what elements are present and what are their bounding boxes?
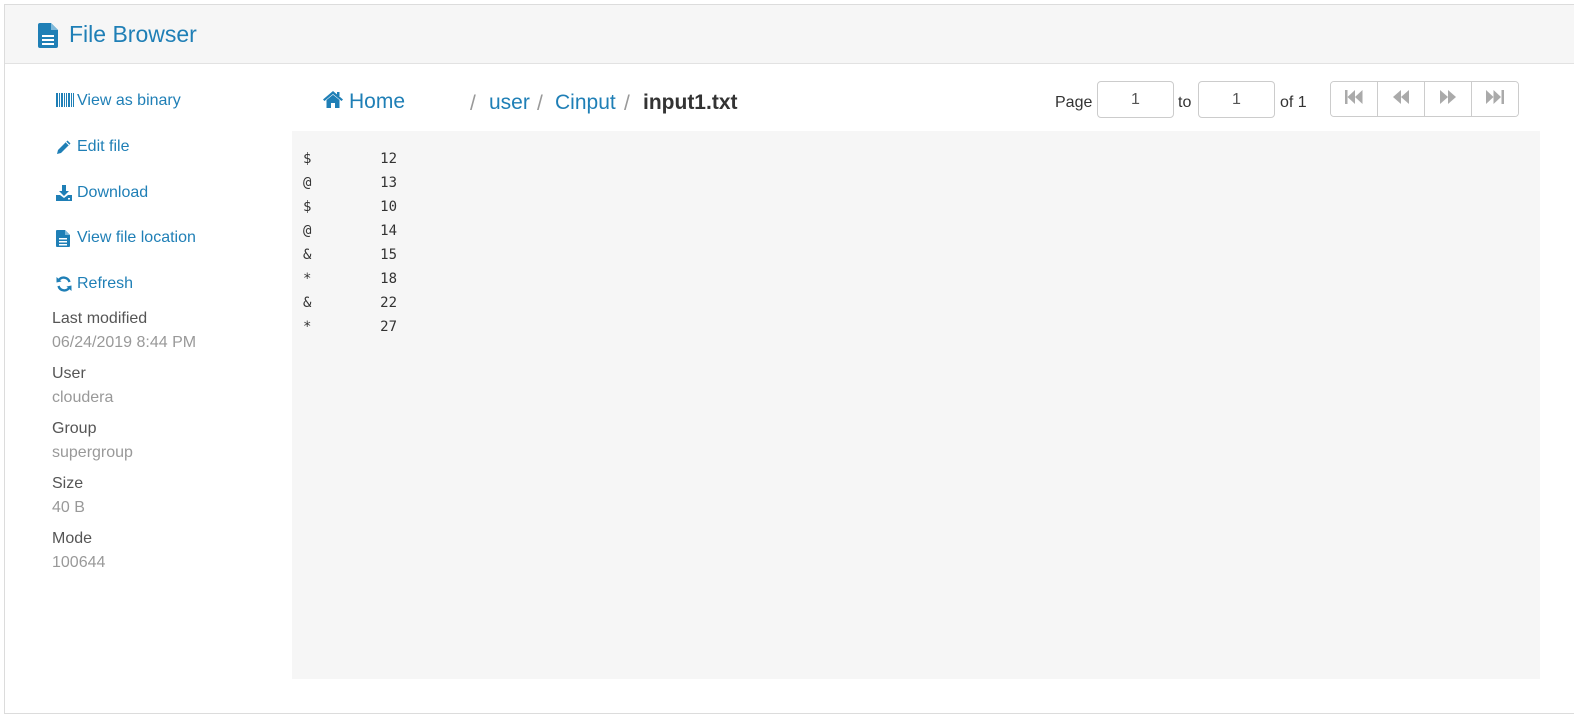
user-value: cloudera — [52, 389, 114, 406]
view-as-binary-label: View as binary — [77, 92, 181, 109]
file-line-symbol: $ — [303, 199, 312, 215]
previous-page-icon — [1393, 89, 1409, 109]
file-browser-window: File Browser View as binary Edit file Do… — [4, 4, 1574, 714]
last-page-icon — [1486, 89, 1504, 109]
last-page-button[interactable] — [1472, 82, 1518, 116]
breadcrumb-separator: / — [470, 92, 476, 115]
breadcrumb-current-file: input1.txt — [643, 91, 738, 114]
file-line: $12 — [303, 147, 397, 171]
file-text-icon — [56, 230, 74, 247]
download-link[interactable]: Download — [56, 181, 148, 205]
file-line-symbol: * — [303, 271, 312, 287]
pencil-icon — [56, 139, 74, 155]
previous-page-button[interactable] — [1378, 82, 1425, 116]
first-page-icon — [1345, 89, 1363, 109]
page-to-input[interactable] — [1198, 81, 1275, 118]
edit-file-label: Edit file — [77, 138, 130, 155]
download-icon — [56, 185, 74, 201]
file-line: & 15 — [303, 243, 397, 267]
barcode-icon — [56, 93, 74, 109]
file-line-number: 15 — [380, 247, 397, 263]
file-line: @14 — [303, 219, 397, 243]
page-from-input[interactable] — [1097, 81, 1174, 118]
view-file-location-link[interactable]: View file location — [56, 226, 196, 250]
file-line-number: 18 — [380, 271, 397, 287]
breadcrumb-separator: / — [537, 92, 543, 115]
file-text-icon — [38, 23, 58, 48]
file-line-symbol: & — [303, 247, 312, 263]
edit-file-link[interactable]: Edit file — [56, 135, 129, 159]
next-page-icon — [1440, 89, 1456, 109]
file-content-pane[interactable]: $12 @13 $10 @14 & 15 * 18 & 22 * 27 — [292, 131, 1540, 679]
file-line: * 18 — [303, 267, 397, 291]
file-line: @13 — [303, 171, 397, 195]
breadcrumb-user-link[interactable]: user — [489, 91, 530, 115]
home-icon — [323, 90, 349, 114]
file-line: $10 — [303, 195, 397, 219]
breadcrumb-cinput-link[interactable]: Cinput — [555, 91, 616, 115]
breadcrumb-home-label: Home — [349, 90, 406, 113]
refresh-link[interactable]: Refresh — [56, 272, 133, 296]
group-value: supergroup — [52, 444, 133, 461]
refresh-icon — [56, 276, 74, 292]
file-line-number: 14 — [380, 223, 397, 239]
next-page-button[interactable] — [1425, 82, 1472, 116]
header-bar: File Browser — [5, 5, 1574, 64]
file-line: * 27 — [303, 315, 397, 339]
page-label: Page — [1055, 94, 1093, 111]
file-line-number: 12 — [380, 151, 397, 167]
app-title: File Browser — [69, 21, 197, 47]
group-label: Group — [52, 420, 97, 437]
file-line-symbol: @ — [303, 223, 312, 239]
file-line-number: 27 — [380, 319, 397, 335]
mode-value: 100644 — [52, 554, 106, 571]
page-to-label: to — [1178, 94, 1192, 111]
file-line-symbol: & — [303, 295, 312, 311]
last-modified-value: 06/24/2019 8:44 PM — [52, 334, 197, 351]
breadcrumb-separator: / — [624, 92, 630, 115]
file-line-symbol: $ — [303, 151, 312, 167]
user-label: User — [52, 365, 86, 382]
refresh-label: Refresh — [77, 275, 134, 292]
file-text: $12 @13 $10 @14 & 15 * 18 & 22 * 27 — [303, 147, 397, 339]
breadcrumb-home-link[interactable]: Home — [323, 90, 405, 114]
size-label: Size — [52, 475, 84, 492]
size-value: 40 B — [52, 499, 85, 516]
last-modified-label: Last modified — [52, 310, 148, 327]
file-line-symbol: @ — [303, 175, 312, 191]
file-line-symbol: * — [303, 319, 312, 335]
pagination-buttons — [1330, 81, 1519, 117]
view-file-location-label: View file location — [77, 229, 196, 246]
download-label: Download — [77, 184, 149, 201]
file-line-number: 13 — [380, 175, 397, 191]
file-line-number: 10 — [380, 199, 397, 215]
mode-label: Mode — [52, 530, 93, 547]
first-page-button[interactable] — [1331, 82, 1378, 116]
file-line-number: 22 — [380, 295, 397, 311]
page-of-label: of 1 — [1280, 94, 1307, 111]
view-as-binary-link[interactable]: View as binary — [56, 89, 181, 113]
file-line: & 22 — [303, 291, 397, 315]
